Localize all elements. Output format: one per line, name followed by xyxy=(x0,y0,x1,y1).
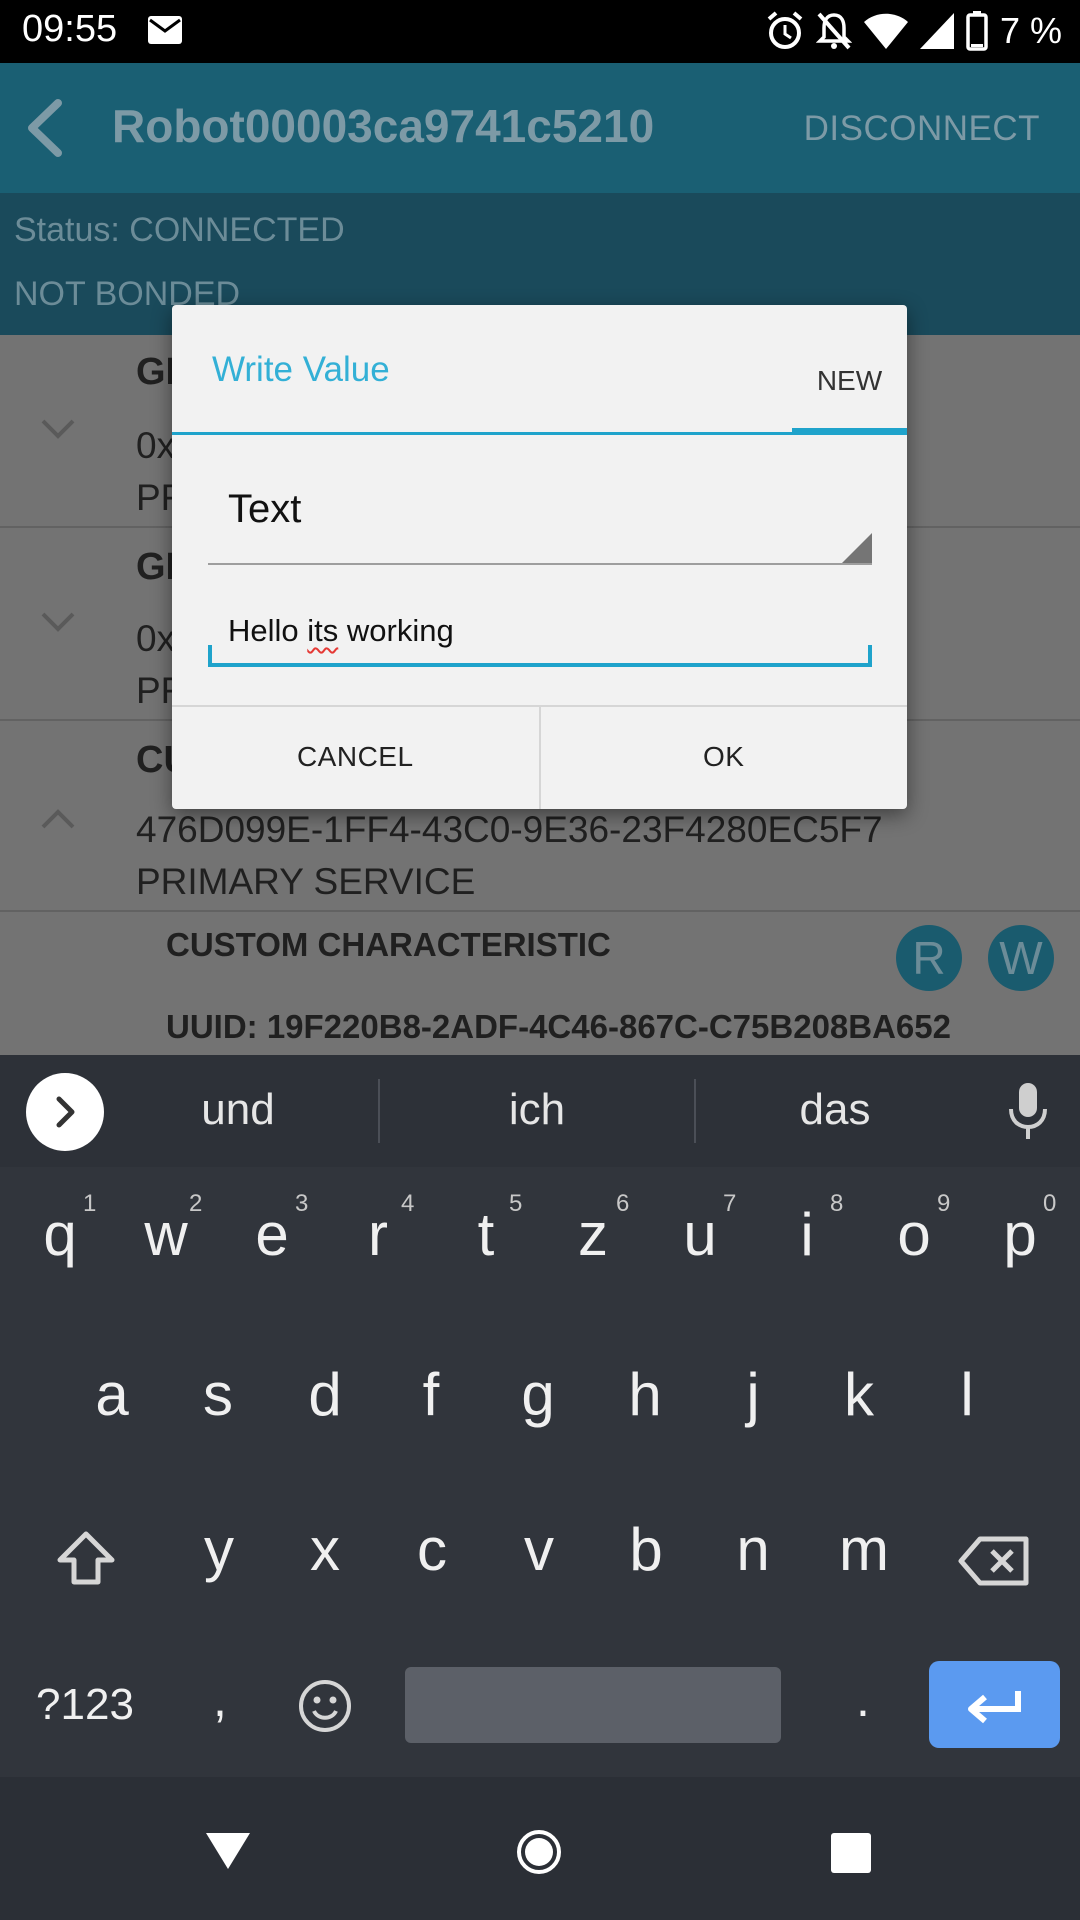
misspelled-word: its xyxy=(307,613,339,648)
battery-icon xyxy=(966,11,988,51)
home-icon[interactable] xyxy=(515,1828,563,1876)
dropdown-triangle-icon xyxy=(842,533,872,563)
key-b[interactable]: b xyxy=(603,1515,689,1615)
tab-new[interactable]: NEW xyxy=(792,345,907,415)
ok-button[interactable]: OK xyxy=(541,707,908,809)
key-t[interactable]: t5 xyxy=(443,1190,529,1310)
key-k[interactable]: k xyxy=(816,1360,902,1460)
key-z[interactable]: z6 xyxy=(550,1190,636,1310)
characteristic-name: CUSTOM CHARACTERISTIC xyxy=(166,926,611,963)
tab-indicator xyxy=(792,428,907,434)
battery-percent: 7 % xyxy=(999,10,1062,51)
format-value: Text xyxy=(228,487,302,531)
connection-state: Status: CONNECTED xyxy=(14,211,345,249)
emoji-icon[interactable] xyxy=(297,1678,353,1734)
key-d[interactable]: d xyxy=(282,1360,368,1460)
key-f[interactable]: f xyxy=(388,1360,474,1460)
key-x[interactable]: x xyxy=(282,1515,368,1615)
suggestion-divider xyxy=(694,1079,696,1143)
suggestion-strip: und ich das xyxy=(0,1055,1080,1167)
status-bar: 09:55 7 % xyxy=(0,0,1080,63)
screen: 09:55 7 % Robot00003ca9741c5210 DISCONNE… xyxy=(0,0,1080,1920)
key-h[interactable]: h xyxy=(602,1360,688,1460)
enter-key[interactable] xyxy=(929,1661,1060,1748)
device-title: Robot00003ca9741c5210 xyxy=(112,100,655,152)
key-i[interactable]: i8 xyxy=(764,1190,850,1310)
key-e[interactable]: e3 xyxy=(229,1190,315,1310)
enter-arrow-icon xyxy=(968,1691,1021,1724)
suggestion-1[interactable]: und xyxy=(138,1085,338,1135)
value-text: Hello its working xyxy=(228,613,454,648)
chevron-up-icon xyxy=(41,809,75,829)
service-uuid: 476D099E-1FF4-43C0-9E36-23F4280EC5F7 xyxy=(136,809,883,850)
chevron-right-icon xyxy=(56,1096,75,1128)
write-value-dialog: Write Value NEW Text Hello its working C… xyxy=(172,305,907,809)
service-type: PRIMARY SERVICE xyxy=(136,861,476,902)
key-n[interactable]: n xyxy=(710,1515,796,1615)
back-arrow-icon[interactable] xyxy=(20,93,76,163)
suggestion-2[interactable]: ich xyxy=(437,1085,637,1135)
cancel-button[interactable]: CANCEL xyxy=(172,707,541,809)
key-l[interactable]: l xyxy=(924,1360,1010,1460)
backspace-icon[interactable] xyxy=(958,1536,1030,1586)
service-uuid: 0x xyxy=(136,425,176,466)
mail-icon xyxy=(148,16,182,44)
dialog-title: Write Value xyxy=(212,350,390,389)
key-v[interactable]: v xyxy=(496,1515,582,1615)
microphone-icon[interactable] xyxy=(1008,1083,1048,1141)
alarm-icon xyxy=(767,11,803,49)
write-button[interactable]: W xyxy=(988,925,1054,991)
disconnect-button[interactable]: DISCONNECT xyxy=(804,109,1040,149)
key-r[interactable]: r4 xyxy=(335,1190,421,1310)
space-bar[interactable] xyxy=(405,1667,781,1743)
chevron-down-icon xyxy=(41,419,75,439)
wifi-icon xyxy=(863,13,908,49)
key-q[interactable]: q1 xyxy=(17,1190,103,1310)
suggestion-divider xyxy=(378,1079,380,1143)
clock: 09:55 xyxy=(22,8,118,50)
symbols-key[interactable]: ?123 xyxy=(20,1675,150,1745)
key-period[interactable]: . xyxy=(838,1670,888,1746)
characteristic-uuid: UUID: 19F220B8-2ADF-4C46-867C-C75B208BA6… xyxy=(166,1008,951,1045)
key-u[interactable]: u7 xyxy=(657,1190,743,1310)
dialog-buttons: CANCEL OK xyxy=(172,705,907,809)
key-y[interactable]: y xyxy=(176,1515,262,1615)
chevron-down-icon xyxy=(41,612,75,632)
suggestion-3[interactable]: das xyxy=(735,1085,935,1135)
navigation-bar xyxy=(0,1777,1080,1920)
expand-suggestions-button[interactable] xyxy=(26,1073,104,1151)
service-uuid: 0x xyxy=(136,618,176,659)
input-edge-left xyxy=(208,645,212,667)
key-w[interactable]: w2 xyxy=(123,1190,209,1310)
key-o[interactable]: o9 xyxy=(871,1190,957,1310)
value-input[interactable]: Hello its working xyxy=(208,605,872,667)
key-m[interactable]: m xyxy=(816,1515,912,1615)
key-c[interactable]: c xyxy=(389,1515,475,1615)
key-j[interactable]: j xyxy=(710,1360,796,1460)
format-dropdown[interactable]: Text xyxy=(208,465,872,565)
back-triangle-icon[interactable] xyxy=(206,1831,250,1871)
key-g[interactable]: g xyxy=(495,1360,581,1460)
shift-icon[interactable] xyxy=(54,1530,118,1586)
key-s[interactable]: s xyxy=(175,1360,261,1460)
input-edge-right xyxy=(868,645,872,667)
notifications-off-icon xyxy=(815,12,852,50)
key-p[interactable]: p0 xyxy=(977,1190,1063,1310)
app-bar: Robot00003ca9741c5210 DISCONNECT xyxy=(0,63,1080,193)
read-button[interactable]: R xyxy=(896,925,962,991)
recents-icon[interactable] xyxy=(831,1833,871,1873)
cell-signal-icon xyxy=(919,13,954,49)
key-comma[interactable]: , xyxy=(192,1670,248,1746)
key-a[interactable]: a xyxy=(69,1360,155,1460)
